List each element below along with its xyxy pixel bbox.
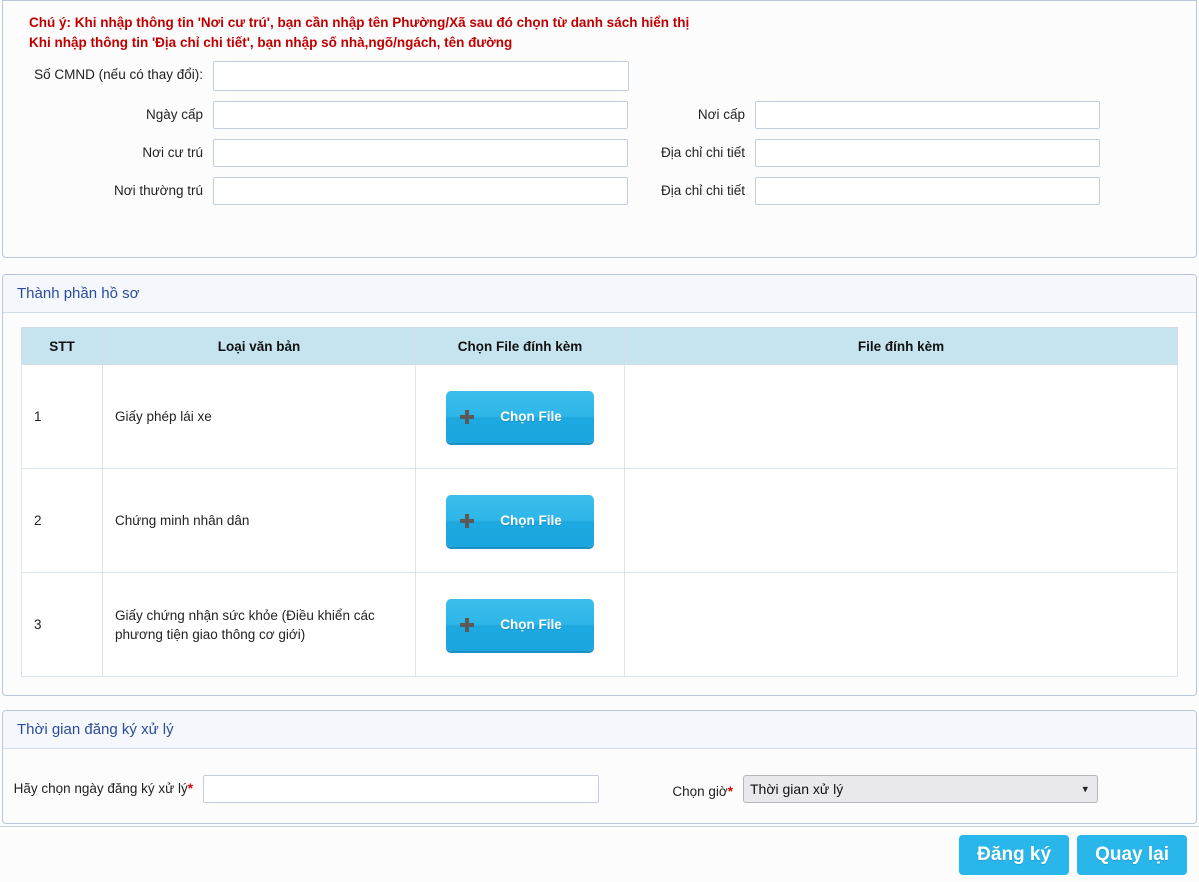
noi-thuong-tru-input[interactable] xyxy=(213,177,628,205)
form-row-noicutru: Nơi cư trú Địa chỉ chi tiết xyxy=(3,139,1196,167)
form-row-ngaycap: Ngày cấp Nơi cấp xyxy=(3,101,1196,129)
row-attached-file xyxy=(624,364,1178,469)
field-hour-select: Chọn giờ* Thời gian xử lý ▾ xyxy=(643,775,1098,803)
row-loai-van-ban: Chứng minh nhân dân xyxy=(102,468,416,573)
form-footer: Đăng ký Quay lại xyxy=(0,826,1199,882)
field-noi-cu-tru: Nơi cư trú xyxy=(3,139,635,167)
label-noi-cap: Nơi cấp xyxy=(697,107,745,122)
registration-date-input[interactable] xyxy=(203,775,599,803)
col-header-loai-van-ban: Loại văn bản xyxy=(102,327,416,365)
table-row: 3 Giấy chứng nhận sức khỏe (Điều khiển c… xyxy=(21,572,1178,677)
row-stt: 1 xyxy=(21,364,103,469)
field-noi-cap: Nơi cấp xyxy=(635,101,1195,129)
row-stt: 3 xyxy=(21,572,103,677)
field-dia-chi-chi-tiet-2: Địa chỉ chi tiết xyxy=(635,177,1195,205)
documents-table: STT Loại văn bản Chọn File đính kèm File… xyxy=(21,327,1178,677)
row-stt: 2 xyxy=(21,468,103,573)
hour-select-wrap: Thời gian xử lý ▾ xyxy=(743,775,1098,803)
noi-cap-input[interactable] xyxy=(755,101,1100,129)
choose-file-label: Chọn File xyxy=(500,512,562,528)
choose-file-button-2[interactable]: Chọn File xyxy=(446,494,594,547)
documents-panel-title: Thành phần hồ sơ xyxy=(3,275,1196,313)
field-cmnd: Số CMND (nếu có thay đổi): xyxy=(3,61,635,91)
table-row: 2 Chứng minh nhân dân Chọn File xyxy=(21,468,1178,573)
label-noi-cu-tru: Nơi cư trú xyxy=(142,145,203,160)
submit-button[interactable]: Đăng ký xyxy=(959,834,1070,875)
col-header-stt: STT xyxy=(21,327,103,365)
label-hour-text: Chọn giờ xyxy=(672,783,728,799)
col-header-chon-file: Chọn File đính kèm xyxy=(415,327,625,365)
schedule-panel: Thời gian đăng ký xử lý Hãy chọn ngày đă… xyxy=(2,710,1197,824)
field-registration-date: Hãy chọn ngày đăng ký xử lý* xyxy=(3,775,643,803)
notice-block: Chú ý: Khi nhập thông tin 'Nơi cư trú', … xyxy=(3,1,1196,53)
dia-chi-chi-tiet-2-input[interactable] xyxy=(755,177,1100,205)
label-registration-date: Hãy chọn ngày đăng ký xử lý* xyxy=(3,775,203,803)
choose-file-button-1[interactable]: Chọn File xyxy=(446,390,594,443)
schedule-row: Hãy chọn ngày đăng ký xử lý* Chọn giờ* T… xyxy=(3,775,1196,803)
label-hour: Chọn giờ* xyxy=(643,779,743,800)
notice-line-1: Chú ý: Khi nhập thông tin 'Nơi cư trú', … xyxy=(29,15,690,30)
row-loai-van-ban: Giấy phép lái xe xyxy=(102,364,416,469)
table-row: 1 Giấy phép lái xe Chọn File xyxy=(21,364,1178,469)
table-header-row: STT Loại văn bản Chọn File đính kèm File… xyxy=(21,327,1178,365)
row-loai-van-ban: Giấy chứng nhận sức khỏe (Điều khiển các… xyxy=(102,572,416,677)
schedule-panel-title: Thời gian đăng ký xử lý xyxy=(3,711,1196,749)
schedule-body: Hãy chọn ngày đăng ký xử lý* Chọn giờ* T… xyxy=(3,749,1196,823)
personal-form: Số CMND (nếu có thay đổi): Ngày cấp Nơi … xyxy=(3,53,1196,205)
form-row-cmnd: Số CMND (nếu có thay đổi): xyxy=(3,61,1196,91)
col-header-file-dinh-kem: File đính kèm xyxy=(624,327,1178,365)
notice-line-2: Khi nhập thông tin 'Địa chỉ chi tiết', b… xyxy=(29,35,513,50)
label-ngay-cap: Ngày cấp xyxy=(145,107,203,122)
required-asterisk-date: * xyxy=(187,781,193,796)
personal-info-panel: Chú ý: Khi nhập thông tin 'Nơi cư trú', … xyxy=(2,0,1197,258)
row-choose-file-cell: Chọn File xyxy=(415,364,625,469)
back-button[interactable]: Quay lại xyxy=(1077,834,1187,875)
dia-chi-chi-tiet-1-input[interactable] xyxy=(755,139,1100,167)
choose-file-label: Chọn File xyxy=(500,616,562,632)
documents-panel: Thành phần hồ sơ STT Loại văn bản Chọn F… xyxy=(2,274,1197,696)
choose-file-label: Chọn File xyxy=(500,408,562,424)
field-noi-thuong-tru: Nơi thường trú xyxy=(3,177,635,205)
label-dia-chi-chi-tiet-1: Địa chỉ chi tiết xyxy=(660,145,745,160)
label-dia-chi-chi-tiet-2: Địa chỉ chi tiết xyxy=(660,183,745,198)
row-attached-file xyxy=(624,468,1178,573)
label-registration-date-text: Hãy chọn ngày đăng ký xử lý xyxy=(13,781,188,796)
hour-select[interactable]: Thời gian xử lý xyxy=(743,775,1098,803)
row-choose-file-cell: Chọn File xyxy=(415,572,625,677)
plus-icon xyxy=(460,409,474,424)
documents-table-wrap: STT Loại văn bản Chọn File đính kèm File… xyxy=(3,313,1196,695)
noi-cu-tru-input[interactable] xyxy=(213,139,628,167)
row-attached-file xyxy=(624,572,1178,677)
registration-form-page: Chú ý: Khi nhập thông tin 'Nơi cư trú', … xyxy=(0,0,1199,882)
label-cmnd: Số CMND (nếu có thay đổi): xyxy=(34,67,203,82)
field-dia-chi-chi-tiet-1: Địa chỉ chi tiết xyxy=(635,139,1195,167)
form-row-noithuongtru: Nơi thường trú Địa chỉ chi tiết xyxy=(3,177,1196,205)
label-noi-thuong-tru: Nơi thường trú xyxy=(113,183,203,198)
cmnd-input[interactable] xyxy=(213,61,629,91)
plus-icon xyxy=(460,617,474,632)
required-asterisk-hour: * xyxy=(727,783,733,799)
plus-icon xyxy=(460,513,474,528)
ngay-cap-input[interactable] xyxy=(213,101,628,129)
choose-file-button-3[interactable]: Chọn File xyxy=(446,598,594,651)
row-choose-file-cell: Chọn File xyxy=(415,468,625,573)
field-ngay-cap: Ngày cấp xyxy=(3,101,635,129)
